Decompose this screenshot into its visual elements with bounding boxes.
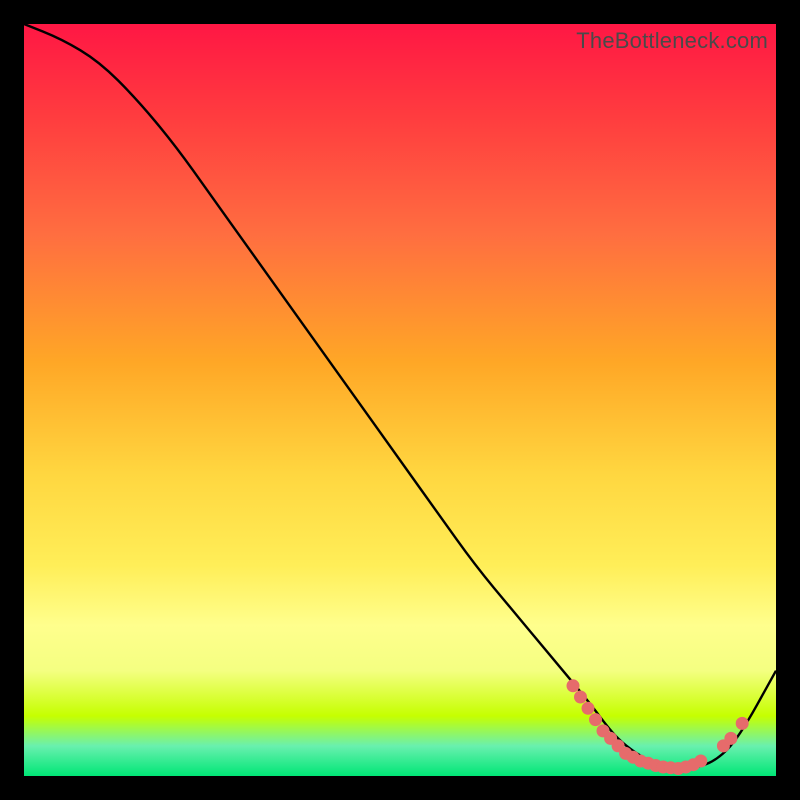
curve-marker (574, 691, 587, 704)
bottleneck-curve-path (24, 24, 776, 769)
chart-frame: TheBottleneck.com (0, 0, 800, 800)
curve-markers (567, 679, 749, 775)
curve-marker (694, 755, 707, 768)
curve-marker (724, 732, 737, 745)
curve-marker (736, 717, 749, 730)
curve-marker (567, 679, 580, 692)
curve-marker (582, 702, 595, 715)
chart-plot-area: TheBottleneck.com (24, 24, 776, 776)
curve-marker (589, 713, 602, 726)
chart-svg (24, 24, 776, 776)
